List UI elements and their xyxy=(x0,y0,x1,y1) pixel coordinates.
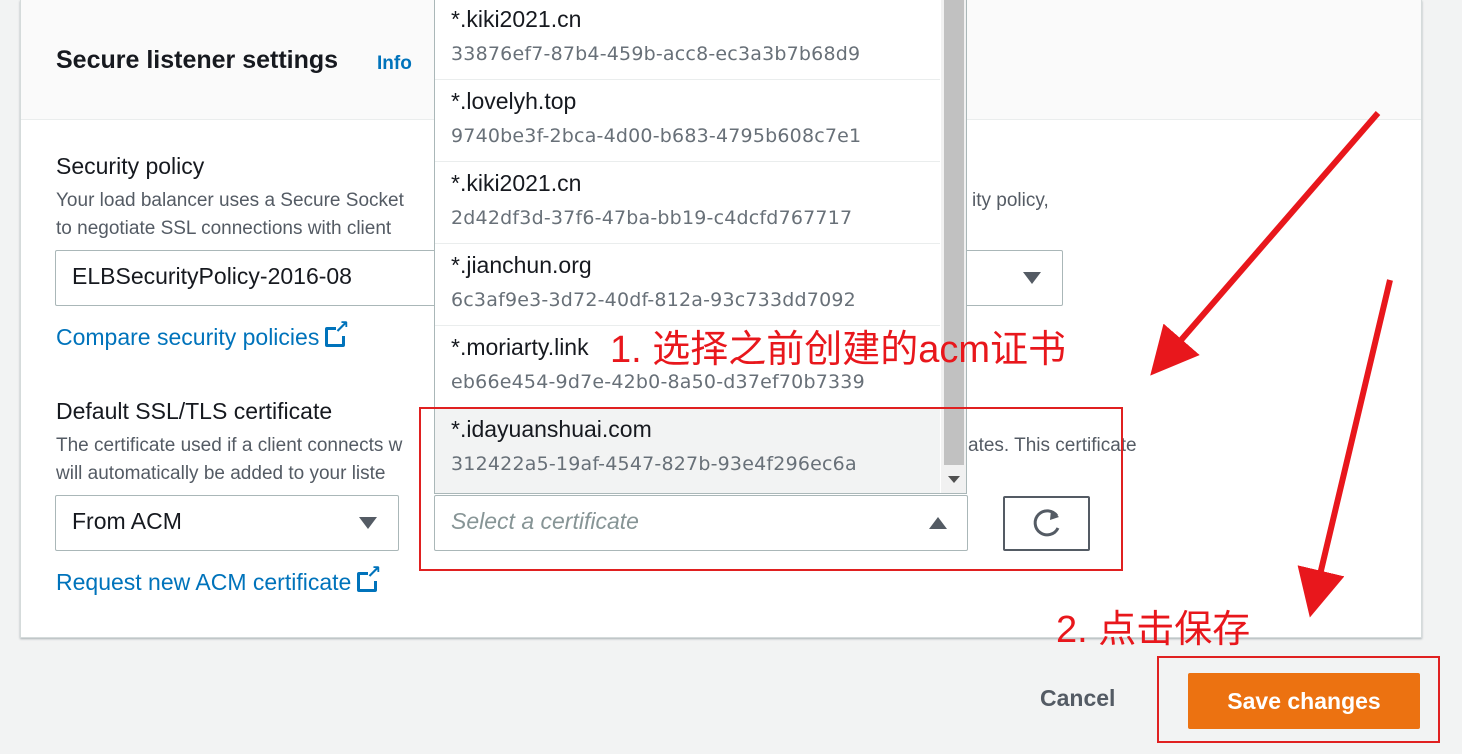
certificate-desc-line2: will automatically be added to your list… xyxy=(56,463,386,484)
certificate-source-select[interactable]: From ACM xyxy=(55,495,399,551)
security-policy-desc-line1: Your load balancer uses a Secure Socket xyxy=(56,190,404,211)
certificate-option-id: 9740be3f-2bca-4d00-b683-4795b608c7e1 xyxy=(451,125,862,147)
compare-security-policies-link[interactable]: Compare security policies xyxy=(56,318,349,351)
security-policy-value: ELBSecurityPolicy-2016-08 xyxy=(72,263,352,289)
request-link-text: Request new ACM certificate xyxy=(56,569,352,595)
chevron-down-icon xyxy=(1023,272,1041,284)
certificate-option-name: *.kiki2021.cn xyxy=(451,6,582,32)
certificate-option-name: *.kiki2021.cn xyxy=(451,170,582,196)
info-link[interactable]: Info xyxy=(377,53,412,75)
certificate-desc-line1: The certificate used if a client connect… xyxy=(56,435,403,456)
certificate-option-id: 6c3af9e3-3d72-40df-812a-93c733dd7092 xyxy=(451,289,856,311)
scrollbar-thumb[interactable] xyxy=(944,0,964,465)
security-policy-desc-line2: to negotiate SSL connections with client xyxy=(56,218,392,239)
certificate-option[interactable]: *.jianchun.org 6c3af9e3-3d72-40df-812a-9… xyxy=(435,244,940,326)
security-policy-label: Security policy xyxy=(56,153,205,179)
certificate-option-id: 33876ef7-87b4-459b-acc8-ec3a3b7b68d9 xyxy=(451,43,861,65)
cancel-button[interactable]: Cancel xyxy=(1040,685,1115,712)
annotation-box-save xyxy=(1157,656,1440,743)
compare-link-text: Compare security policies xyxy=(56,324,320,350)
chevron-down-icon xyxy=(359,517,377,529)
annotation-step2: 2. 点击保存 xyxy=(1056,609,1251,651)
certificate-source-value: From ACM xyxy=(72,508,182,534)
certificate-label: Default SSL/TLS certificate xyxy=(56,398,333,424)
request-acm-certificate-link[interactable]: Request new ACM certificate xyxy=(56,563,381,596)
certificate-option-id: eb66e454-9d7e-42b0-8a50-d37ef70b7339 xyxy=(451,371,865,393)
certificate-option[interactable]: *.kiki2021.cn 33876ef7-87b4-459b-acc8-ec… xyxy=(435,0,940,80)
annotation-step1: 1. 选择之前创建的acm证书 xyxy=(610,329,1067,371)
certificate-option-id: 2d42df3d-37f6-47ba-bb19-c4dcfd767717 xyxy=(451,207,853,229)
external-link-icon xyxy=(357,563,381,592)
certificate-option[interactable]: *.kiki2021.cn 2d42df3d-37f6-47ba-bb19-c4… xyxy=(435,162,940,244)
annotation-box-certificate xyxy=(419,407,1123,571)
external-link-icon xyxy=(325,318,349,347)
certificate-option-name: *.jianchun.org xyxy=(451,252,592,278)
security-policy-desc-tail: ity policy, xyxy=(972,190,1049,211)
certificate-option-name: *.moriarty.link xyxy=(451,334,589,360)
certificate-option[interactable]: *.lovelyh.top 9740be3f-2bca-4d00-b683-47… xyxy=(435,80,940,162)
certificate-option-name: *.lovelyh.top xyxy=(451,88,577,114)
section-title: Secure listener settings xyxy=(56,46,339,74)
